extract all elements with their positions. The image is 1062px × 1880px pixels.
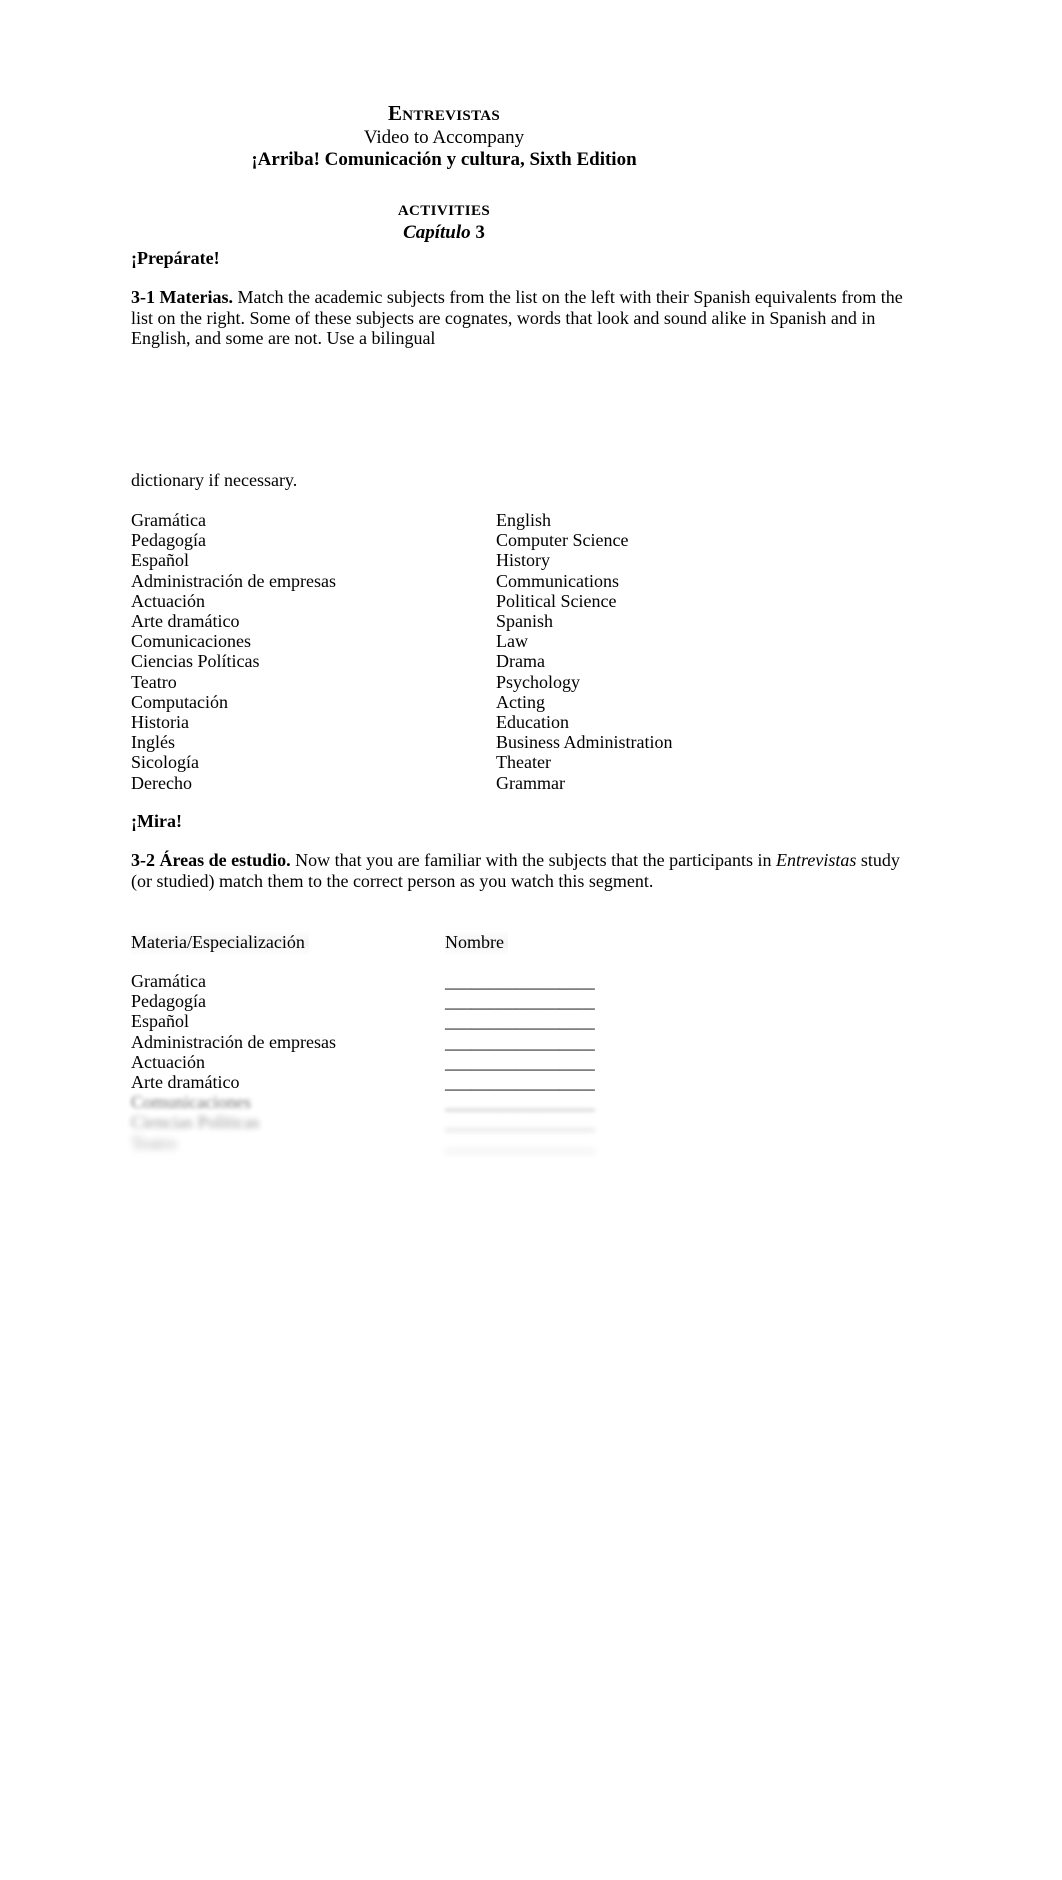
document-page: Entrevistas Video to Accompany ¡Arriba! … bbox=[0, 0, 1062, 1880]
table-row: Ciencias Políticas _________________ bbox=[131, 1112, 831, 1132]
table-row: Español _________________ bbox=[131, 1011, 831, 1031]
row-subject: Español bbox=[131, 1011, 189, 1032]
table-row: Gramática _________________ bbox=[131, 971, 831, 991]
row-subject: Gramática bbox=[131, 971, 206, 991]
section-heading-preparate: ¡Prepárate! bbox=[131, 248, 220, 268]
row-subject: Actuación bbox=[131, 1051, 205, 1072]
list-item: Spanish bbox=[496, 611, 554, 632]
list-item: Sicología bbox=[131, 752, 199, 773]
list-item: Law bbox=[496, 631, 528, 652]
activity-32-instructions: 3-2 Áreas de estudio. Now that you are f… bbox=[131, 850, 906, 891]
table-row: Pedagogía _________________ bbox=[131, 991, 831, 1011]
list-item: Computación bbox=[131, 691, 228, 712]
list-item: Inglés bbox=[131, 732, 175, 753]
list-item: History bbox=[496, 550, 550, 571]
activity-31-instructions-tail: dictionary if necessary. bbox=[131, 470, 298, 490]
answer-blank-line[interactable]: _________________ bbox=[445, 1133, 595, 1153]
answer-blank-line[interactable]: _________________ bbox=[445, 1072, 595, 1092]
answer-rows-list: Gramática _________________ Pedagogía _____… bbox=[131, 971, 831, 1153]
list-item: Gramática bbox=[131, 510, 206, 530]
answer-blank-line[interactable]: _________________ bbox=[445, 1032, 595, 1052]
list-item: English bbox=[496, 510, 552, 530]
answer-blank-line[interactable]: _________________ bbox=[445, 1052, 595, 1072]
activity-32-title-italic: Entrevistas bbox=[776, 850, 857, 870]
list-item: Acting bbox=[496, 691, 545, 712]
chapter-heading: Capítulo 3 bbox=[131, 221, 757, 244]
activity-31-text: Match the academic subjects from the lis… bbox=[131, 287, 903, 349]
row-subject: Administración de empresas bbox=[131, 1031, 336, 1052]
chapter-word: Capítulo bbox=[403, 222, 471, 243]
row-subject: Comunicaciones bbox=[131, 1092, 251, 1113]
spanish-terms-list: Gramática Pedagogía Español Administración … bbox=[131, 510, 336, 793]
table-row: Actuación _________________ bbox=[131, 1052, 831, 1072]
row-subject: Teatro bbox=[131, 1132, 177, 1153]
answer-blank-line[interactable]: _________________ bbox=[445, 1112, 595, 1132]
table-row: Teatro _________________ bbox=[131, 1133, 831, 1153]
column-header-materia: Materia/Especialización bbox=[131, 931, 309, 955]
row-subject: Ciencias Políticas bbox=[131, 1112, 260, 1133]
row-subject: Arte dramático bbox=[131, 1071, 240, 1092]
table-row: Administración de empresas ______________… bbox=[131, 1032, 831, 1052]
list-item: Psychology bbox=[496, 671, 581, 692]
activities-label: ACTIVITIES bbox=[397, 203, 491, 219]
list-item: Actuación bbox=[131, 590, 205, 611]
answer-blank-line[interactable]: _________________ bbox=[445, 1011, 595, 1031]
list-item: Business Administration bbox=[496, 732, 673, 753]
activity-31-label: 3-1 Materias. bbox=[131, 287, 233, 307]
list-item: Teatro bbox=[131, 671, 177, 692]
list-item: Theater bbox=[496, 752, 551, 773]
list-item: Comunicaciones bbox=[131, 631, 251, 652]
document-edition: ¡Arriba! Comunicación y cultura, Sixth E… bbox=[251, 149, 637, 170]
activity-32-text-1: Now that you are familiar with the subje… bbox=[290, 850, 777, 870]
list-item: Grammar bbox=[496, 772, 565, 793]
chapter-number: 3 bbox=[475, 222, 485, 243]
list-item: Pedagogía bbox=[131, 530, 206, 551]
list-item: Historia bbox=[131, 712, 189, 733]
answer-blank-line[interactable]: _________________ bbox=[445, 1092, 595, 1112]
table-row: Arte dramático _________________ bbox=[131, 1072, 831, 1092]
list-item: Drama bbox=[496, 651, 545, 672]
list-item: Computer Science bbox=[496, 530, 629, 551]
list-item: Español bbox=[131, 550, 189, 571]
table-row: Comunicaciones _________________ bbox=[131, 1092, 831, 1112]
english-terms-list: English Computer Science History Communicat… bbox=[496, 510, 673, 793]
list-item: Administración de empresas bbox=[131, 570, 336, 591]
document-header: Entrevistas Video to Accompany ¡Arriba! … bbox=[131, 100, 757, 244]
column-header-nombre: Nombre bbox=[445, 931, 508, 955]
list-item: Derecho bbox=[131, 772, 192, 793]
list-item: Education bbox=[496, 712, 569, 733]
answer-blank-line[interactable]: _________________ bbox=[445, 991, 595, 1011]
row-subject: Pedagogía bbox=[131, 991, 206, 1012]
answer-blank-line[interactable]: _________________ bbox=[445, 971, 595, 991]
list-item: Communications bbox=[496, 570, 619, 591]
document-subtitle: Video to Accompany bbox=[363, 127, 525, 148]
list-item: Arte dramático bbox=[131, 611, 240, 632]
list-item: Political Science bbox=[496, 590, 617, 611]
section-heading-mira: ¡Mira! bbox=[131, 811, 182, 831]
list-item: Ciencias Políticas bbox=[131, 651, 260, 672]
page-title: Entrevistas bbox=[387, 101, 501, 125]
activity-31-instructions: 3-1 Materias. Match the academic subject… bbox=[131, 287, 903, 349]
activity-32-label: 3-2 Áreas de estudio. bbox=[131, 850, 291, 870]
